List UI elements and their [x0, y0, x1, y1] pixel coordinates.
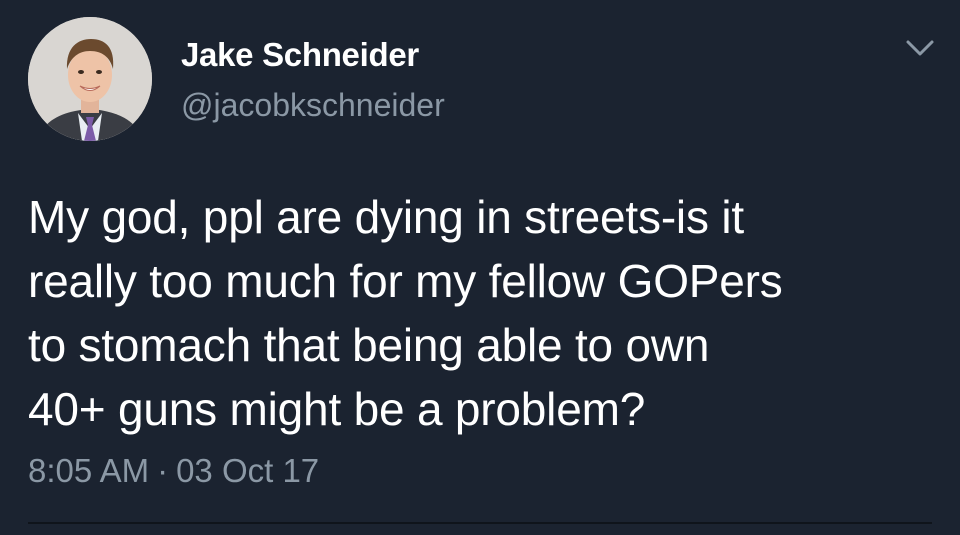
tweet-time: 8:05 AM — [28, 452, 150, 489]
avatar-photo — [28, 17, 152, 141]
tweet-text-line: 40+ guns might be a problem? — [28, 383, 646, 435]
divider — [28, 522, 932, 524]
tweet-date: 03 Oct 17 — [176, 452, 320, 489]
tweet-text-line: really too much for my fellow GOPers — [28, 255, 783, 307]
tweet-timestamp[interactable]: 8:05 AM · 03 Oct 17 — [28, 452, 319, 490]
meta-separator: · — [157, 452, 169, 489]
tweet-text-line: to stomach that being able to own — [28, 319, 710, 371]
user-handle[interactable]: @jacobkschneider — [181, 87, 445, 124]
tweet-text-line: My god, ppl are dying in streets-is it — [28, 191, 744, 243]
display-name[interactable]: Jake Schneider — [181, 36, 419, 74]
avatar[interactable] — [28, 17, 152, 141]
tweet-text: My god, ppl are dying in streets-is it r… — [28, 185, 938, 441]
chevron-down-icon[interactable] — [904, 36, 936, 60]
tweet-card: Jake Schneider @jacobkschneider My god, … — [0, 0, 960, 535]
